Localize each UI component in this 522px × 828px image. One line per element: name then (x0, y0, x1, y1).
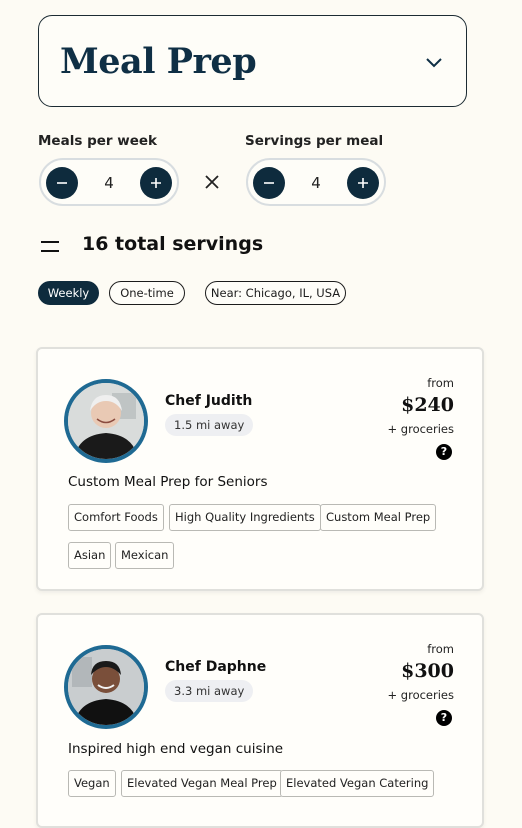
cuisine-tag: Asian (68, 542, 112, 569)
servings-per-meal-label: Servings per meal (245, 133, 384, 149)
chef-name: Chef Daphne (165, 659, 267, 675)
cuisine-tag: High Quality Ingredients (169, 504, 321, 531)
filter-one-time[interactable]: One-time (109, 281, 185, 305)
filter-location[interactable]: Near: Chicago, IL, USA (205, 281, 346, 305)
price-from-label: from (427, 642, 454, 656)
plus-icon (151, 178, 161, 188)
equals-icon (41, 241, 59, 252)
filter-weekly[interactable]: Weekly (38, 281, 99, 305)
chevron-down-icon[interactable] (424, 52, 444, 72)
chef-avatar (64, 645, 148, 729)
multiply-icon (205, 175, 219, 189)
cuisine-tag: Comfort Foods (68, 504, 164, 531)
help-icon[interactable]: ? (436, 444, 452, 460)
cuisine-tag: Vegan (68, 770, 116, 797)
distance-badge: 1.5 mi away (165, 414, 254, 436)
total-servings: 16 total servings (82, 233, 264, 255)
chef-avatar (64, 379, 148, 463)
service-title: Meal Prep (60, 41, 257, 82)
price: $240 (401, 394, 454, 416)
chef-name: Chef Judith (165, 393, 253, 409)
meals-increment-button[interactable] (140, 167, 172, 199)
price-from-label: from (427, 376, 454, 390)
groceries-note: + groceries (387, 688, 455, 702)
chef-tagline: Inspired high end vegan cuisine (68, 741, 284, 757)
servings-increment-button[interactable] (347, 167, 379, 199)
cuisine-tag: Custom Meal Prep (320, 504, 437, 531)
chef-card[interactable]: Chef Judith 1.5 mi away from $240 + groc… (36, 347, 484, 591)
chef-card[interactable]: Chef Daphne 3.3 mi away from $300 + groc… (36, 613, 484, 828)
service-select[interactable]: Meal Prep (38, 15, 467, 107)
servings-per-meal-stepper: 4 (246, 158, 386, 206)
meals-per-week-stepper: 4 (39, 158, 179, 206)
price: $300 (401, 660, 454, 682)
cuisine-tag: Elevated Vegan Meal Prep (121, 770, 283, 797)
cuisine-tag: Elevated Vegan Catering (280, 770, 435, 797)
help-icon[interactable]: ? (436, 710, 452, 726)
plus-icon (358, 178, 368, 188)
groceries-note: + groceries (387, 422, 455, 436)
meals-per-week-label: Meals per week (38, 133, 158, 149)
chef-tagline: Custom Meal Prep for Seniors (68, 474, 268, 490)
distance-badge: 3.3 mi away (165, 680, 254, 702)
cuisine-tag: Mexican (115, 542, 175, 569)
